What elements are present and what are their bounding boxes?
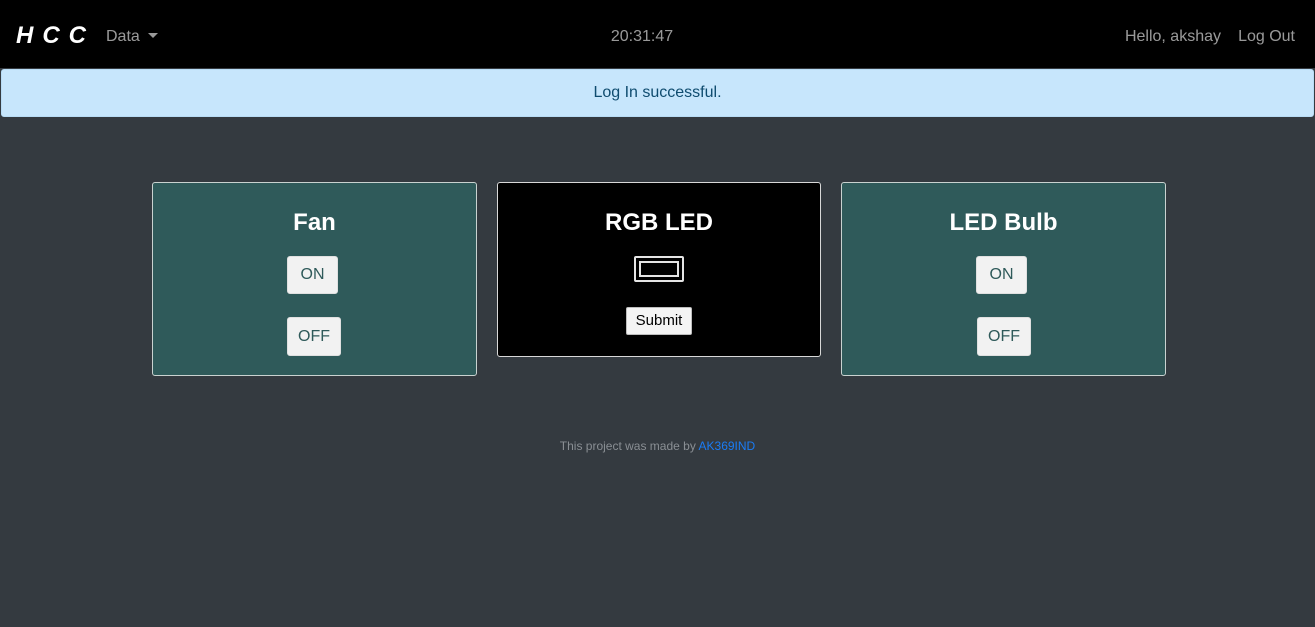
fan-off-button[interactable]: OFF: [287, 317, 341, 356]
fan-title: Fan: [293, 209, 336, 236]
rgb-led-card: RGB LED Submit: [497, 182, 821, 357]
fan-on-button[interactable]: ON: [287, 256, 338, 294]
led-bulb-card: LED Bulb ON OFF: [841, 182, 1166, 376]
clock-display: 20:31:47: [610, 28, 674, 45]
fan-card: Fan ON OFF: [152, 182, 477, 376]
footer: This project was made by AK369IND: [0, 438, 1315, 454]
top-navbar: HCC Data 20:31:47 Hello, akshay Log Out: [0, 0, 1315, 68]
data-dropdown-menu[interactable]: Data: [106, 27, 158, 47]
led-bulb-title: LED Bulb: [949, 209, 1058, 236]
led-bulb-on-button[interactable]: ON: [976, 256, 1027, 294]
led-bulb-off-button[interactable]: OFF: [977, 317, 1031, 356]
rgb-submit-button[interactable]: Submit: [626, 307, 692, 335]
color-swatch: [639, 261, 679, 277]
footer-text: This project was made by: [559, 439, 699, 453]
rgb-led-title: RGB LED: [605, 209, 713, 236]
author-link[interactable]: AK369IND: [699, 439, 756, 453]
data-dropdown-label: Data: [106, 28, 140, 45]
brand-logo[interactable]: HCC: [16, 22, 95, 50]
login-success-alert: Log In successful.: [1, 69, 1314, 117]
caret-down-icon: [147, 33, 158, 38]
rgb-color-picker[interactable]: [634, 256, 684, 282]
logout-link[interactable]: Log Out: [1238, 27, 1295, 47]
user-greeting: Hello, akshay: [1124, 28, 1221, 45]
alert-message: Log In successful.: [593, 84, 722, 101]
